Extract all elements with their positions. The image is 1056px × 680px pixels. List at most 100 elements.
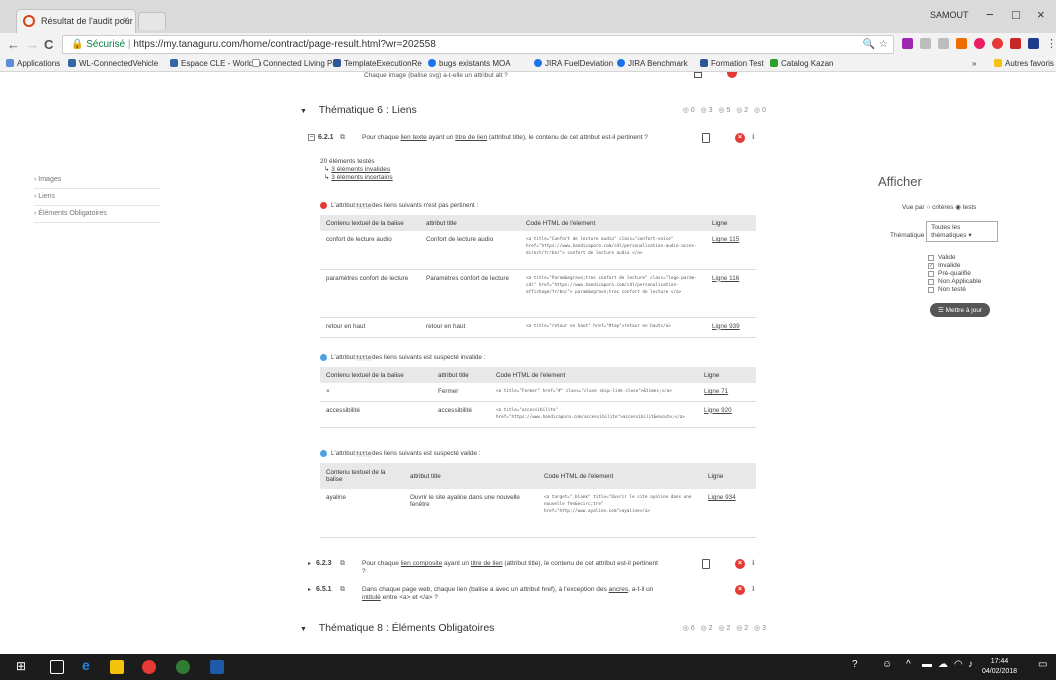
external-link-icon[interactable]: ⧉ [340, 134, 345, 142]
line-link[interactable]: Ligne 71 [698, 383, 756, 402]
extension-icon[interactable] [1010, 38, 1021, 49]
bookmark-item[interactable]: Espace CLE - Worldlin [170, 59, 261, 68]
info-icon[interactable]: ℹ [752, 133, 755, 141]
menu-icon[interactable]: ⋮ [1046, 37, 1056, 50]
forward-icon[interactable]: → [26, 37, 39, 52]
theme6-header[interactable]: ▼ Thématique 6 : Liens ◎ 0 ◎ 3 ◎ 5 ◎ 2 ◎… [300, 104, 786, 124]
file-explorer-icon[interactable] [110, 660, 124, 674]
cell-text: accessibilité [320, 401, 432, 428]
external-link-icon[interactable]: ⧉ [340, 586, 345, 594]
zoom-icon[interactable]: 🔍 [863, 36, 875, 53]
expand-arrow-icon[interactable]: ▸ [308, 586, 311, 593]
bookmark-item[interactable]: bugs existants MOA [428, 59, 511, 68]
glossary-link[interactable]: titre de lien [455, 134, 487, 141]
radio-criteres[interactable]: ○ critères [926, 204, 953, 211]
nav-item-elements-obligatoires[interactable]: › Éléments Obligatoires [34, 206, 160, 223]
bookmarks-more-button[interactable]: » [972, 59, 976, 68]
radio-tests[interactable]: ◉ tests [955, 204, 976, 211]
extension-icon[interactable] [938, 38, 949, 49]
glossary-link[interactable]: lien texte [401, 134, 427, 141]
collapse-arrow-icon[interactable]: ▼ [300, 108, 316, 115]
bookmark-item[interactable]: Formation Test [700, 59, 764, 68]
checkbox[interactable] [928, 278, 934, 285]
collapse-arrow-icon[interactable]: ▼ [300, 626, 316, 633]
back-icon[interactable]: ← [7, 37, 20, 52]
extension-icon[interactable] [974, 38, 985, 49]
bookmark-item[interactable]: Catalog Kazan [770, 59, 833, 68]
tab-close-icon[interactable]: × [123, 10, 129, 32]
checkbox[interactable] [928, 270, 934, 277]
line-link[interactable]: Ligne 934 [702, 489, 756, 538]
filter-pre-qualifie[interactable]: Pré-qualifié [928, 270, 1016, 277]
glossary-link[interactable]: intitulé [362, 594, 381, 601]
bookmark-item[interactable]: Connected Living Por [252, 59, 340, 68]
bookmark-item[interactable]: JIRA FuelDeviation [534, 59, 613, 68]
line-link[interactable]: Ligne 939 [706, 317, 756, 338]
new-tab-button[interactable] [138, 12, 166, 30]
windows-start-icon[interactable]: ⊞ [16, 659, 26, 673]
bookmark-item[interactable]: WL-ConnectedVehicle [68, 59, 158, 68]
extension-icon[interactable] [920, 38, 931, 49]
clock[interactable]: 17:44 04/02/2018 [982, 657, 1017, 677]
maximize-icon[interactable]: □ [1012, 7, 1020, 22]
document-icon[interactable] [694, 72, 702, 78]
nav-item-images[interactable]: › Images [34, 172, 160, 189]
profile-name[interactable]: SAMOUT [930, 10, 969, 20]
help-icon[interactable]: ? [852, 659, 858, 670]
expand-arrow-icon[interactable]: ▸ [308, 560, 311, 567]
info-icon[interactable]: ℹ [752, 585, 755, 593]
browser-tab[interactable]: Résultat de l'audit pour l × [16, 9, 136, 33]
glossary-link[interactable]: lien composite [401, 560, 443, 567]
word-icon[interactable] [210, 660, 224, 674]
theme-label: Thématique [890, 232, 925, 239]
task-view-icon[interactable] [50, 660, 64, 674]
bookmark-item[interactable]: JIRA Benchmark [617, 59, 688, 68]
filter-valide[interactable]: Valide [928, 254, 1016, 261]
update-button[interactable]: ☰ Mettre à jour [930, 303, 991, 317]
document-icon[interactable] [702, 559, 710, 569]
tray-chevron-icon[interactable]: ^ [906, 659, 911, 670]
extension-icon[interactable] [902, 38, 913, 49]
checkbox-checked[interactable]: ✓ [928, 262, 934, 269]
other-bookmarks[interactable]: Autres favoris [994, 59, 1054, 68]
checkbox[interactable] [928, 286, 934, 293]
glossary-link[interactable]: ancres [609, 586, 629, 593]
notifications-icon[interactable]: ▭ [1038, 659, 1047, 670]
checkbox[interactable] [928, 254, 934, 261]
close-window-icon[interactable]: × [1037, 7, 1045, 22]
info-icon[interactable]: ℹ [752, 559, 755, 567]
collapse-box-icon[interactable]: − [308, 134, 315, 141]
minimize-icon[interactable]: − [986, 7, 994, 22]
volume-icon[interactable]: ♪ [968, 659, 973, 670]
wifi-icon[interactable]: ◠ [954, 659, 963, 670]
cut-criterion-text: Chaque image (balise svg) a-t-elle un at… [364, 72, 508, 79]
glossary-link[interactable]: titre de lien [471, 560, 503, 567]
edge-icon[interactable]: e [82, 657, 90, 673]
invalid-elements-link[interactable]: 3 éléments invalides [331, 166, 390, 173]
extension-icon[interactable] [956, 38, 967, 49]
address-bar[interactable]: 🔒 Sécurisé | https://my.tanaguru.com/hom… [62, 35, 894, 54]
filter-invalide[interactable]: ✓ Invalide [928, 262, 1016, 269]
filter-non-teste[interactable]: Non testé [928, 286, 1016, 293]
theme-select[interactable]: Toutes les thématiques ▾ [926, 221, 999, 242]
cloud-icon[interactable]: ☁ [938, 659, 948, 670]
bookmark-star-icon[interactable]: ☆ [879, 36, 888, 53]
extension-icon[interactable] [992, 38, 1003, 49]
external-link-icon[interactable]: ⧉ [340, 560, 345, 568]
chrome-icon[interactable] [142, 660, 156, 674]
network-icon[interactable]: ▬ [922, 659, 932, 670]
theme8-header[interactable]: ▼ Thématique 8 : Éléments Obligatoires ◎… [300, 622, 786, 642]
bookmark-item[interactable]: TemplateExecutionRe [333, 59, 422, 68]
line-link[interactable]: Ligne 920 [698, 401, 756, 428]
people-icon[interactable]: ☺ [882, 659, 892, 670]
reload-icon[interactable]: C [44, 37, 53, 52]
line-link[interactable]: Ligne 115 [706, 231, 756, 270]
line-link[interactable]: Ligne 116 [706, 269, 756, 318]
document-icon[interactable] [702, 133, 710, 143]
nav-item-liens[interactable]: › Liens [34, 189, 160, 206]
extension-icon[interactable] [1028, 38, 1039, 49]
filter-non-applicable[interactable]: Non Applicable [928, 278, 1016, 285]
uncertain-elements-link[interactable]: 3 éléments incertains [331, 174, 392, 181]
app-icon[interactable] [176, 660, 190, 674]
bookmark-apps[interactable]: Applications [6, 59, 60, 68]
